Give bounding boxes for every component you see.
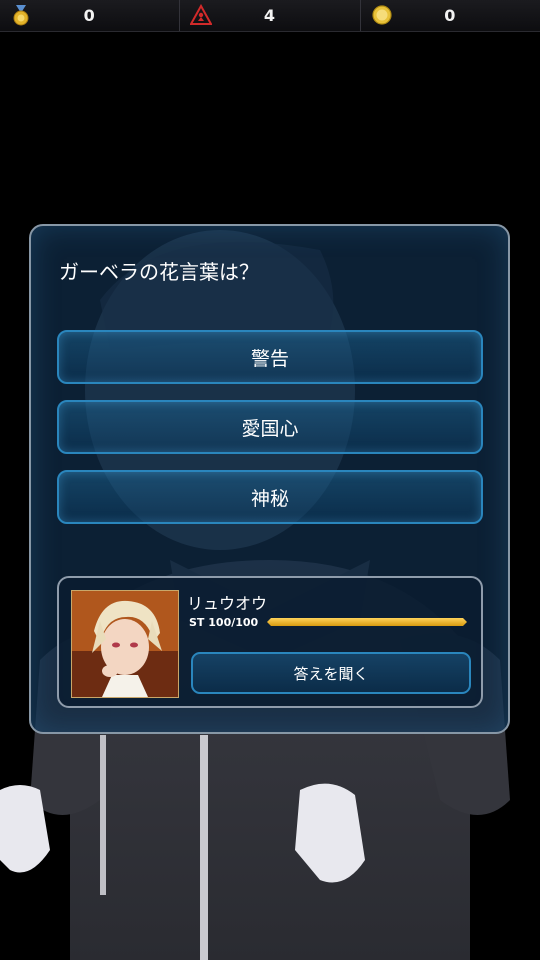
helper-portrait	[71, 590, 179, 698]
medal-count: 0	[83, 6, 96, 25]
stamina-bar-fill	[267, 618, 467, 626]
helper-portrait-image	[72, 591, 178, 697]
status-bar: 0 4 0	[0, 0, 540, 32]
answer-choice-3[interactable]: 神秘	[57, 470, 483, 524]
ask-answer-button[interactable]: 答えを聞く	[191, 652, 471, 694]
stamina-label: ST 100/100	[189, 616, 259, 629]
medal-counter: 0	[0, 0, 181, 31]
answer-choice-2[interactable]: 愛国心	[57, 400, 483, 454]
warning-counter: 4	[180, 0, 361, 31]
medal-icon	[13, 5, 29, 26]
quiz-panel: ガーベラの花言葉は？ 警告 愛国心 神秘 リュウオウ ST 100/100 答え…	[29, 224, 510, 734]
answer-choice-1[interactable]: 警告	[57, 330, 483, 384]
coin-counter: 0	[360, 0, 540, 31]
coin-icon	[372, 5, 392, 25]
coin-count: 0	[444, 6, 457, 25]
helper-name: リュウオウ	[187, 594, 268, 613]
warning-count: 4	[263, 6, 277, 25]
warning-icon	[190, 4, 213, 25]
stamina-bar	[267, 618, 467, 626]
helper-card: リュウオウ ST 100/100 答えを聞く	[57, 576, 483, 708]
quiz-question: ガーベラの花言葉は？	[59, 260, 259, 284]
